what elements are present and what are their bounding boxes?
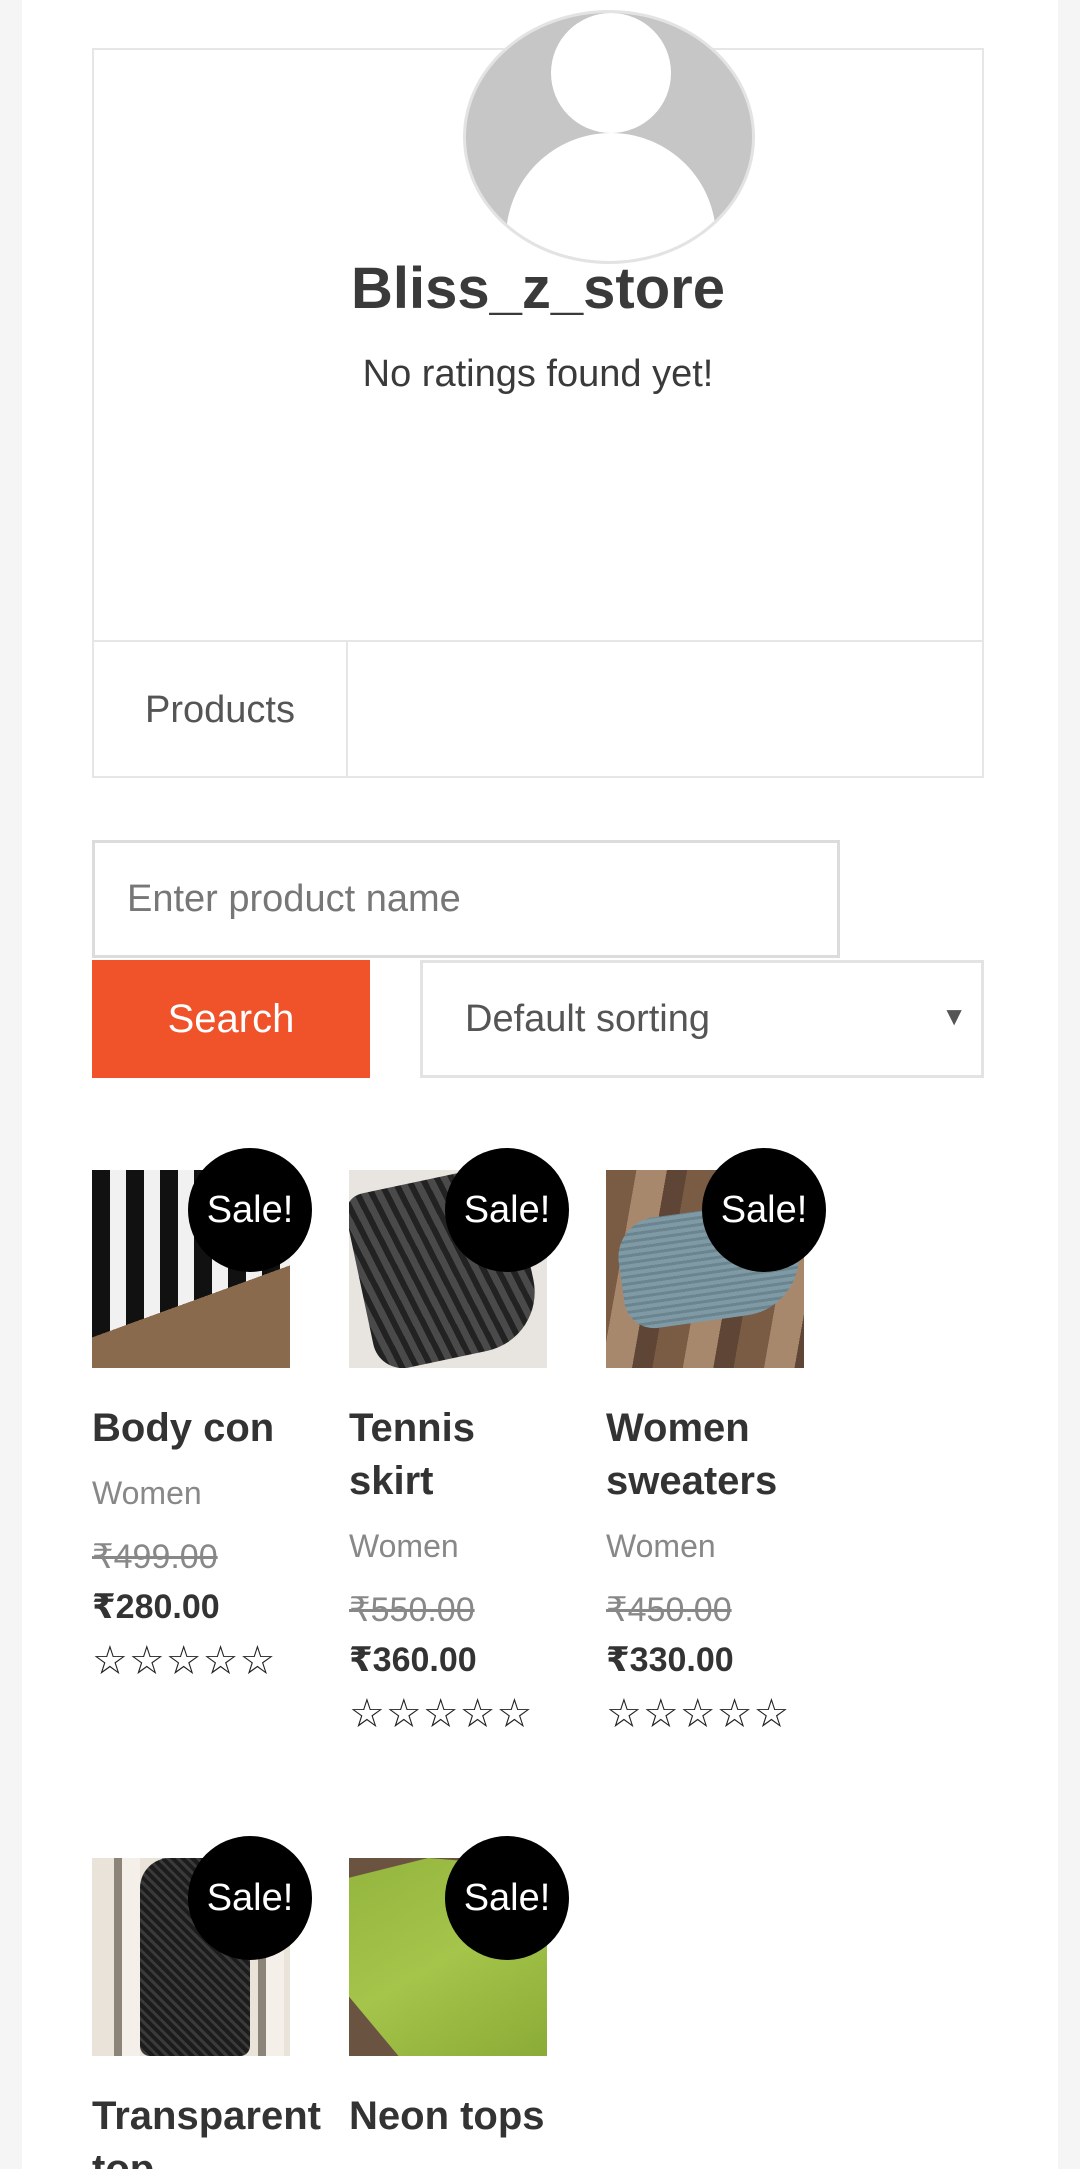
product-price: ₹330.00 xyxy=(606,1641,734,1679)
product-category[interactable]: Women xyxy=(92,1475,202,1512)
rating-stars-icon: ☆☆☆☆☆ xyxy=(92,1639,277,1683)
sorting-selected-value: Default sorting xyxy=(465,997,711,1040)
product-search-input[interactable] xyxy=(92,840,840,958)
product-price: ₹280.00 xyxy=(92,1588,220,1626)
rating-stars-icon: ☆☆☆☆☆ xyxy=(349,1692,534,1736)
store-tabs: Products xyxy=(94,640,982,778)
store-avatar xyxy=(463,10,755,264)
product-price: ₹360.00 xyxy=(349,1641,477,1679)
sale-badge: Sale! xyxy=(188,1836,312,1960)
product-title[interactable]: Body con xyxy=(92,1402,322,1455)
search-button[interactable]: Search xyxy=(92,960,370,1078)
tab-products[interactable]: Products xyxy=(94,642,348,778)
rating-stars-icon: ☆☆☆☆☆ xyxy=(606,1692,791,1736)
product-title[interactable]: Transparent top xyxy=(92,2090,322,2169)
page: Bliss_z_store No ratings found yet! Prod… xyxy=(22,0,1058,2169)
product-category[interactable]: Women xyxy=(349,1528,459,1565)
product-title[interactable]: Tennis skirt xyxy=(349,1402,549,1508)
product-old-price: ₹550.00 xyxy=(349,1591,475,1629)
product-category[interactable]: Women xyxy=(606,1528,716,1565)
product-old-price: ₹450.00 xyxy=(606,1591,732,1629)
sale-badge: Sale! xyxy=(702,1148,826,1272)
store-card: Bliss_z_store No ratings found yet! Prod… xyxy=(92,10,984,778)
sale-badge: Sale! xyxy=(188,1148,312,1272)
sale-badge: Sale! xyxy=(445,1836,569,1960)
store-name: Bliss_z_store xyxy=(351,256,725,321)
dropdown-arrow-icon: ▼ xyxy=(941,1001,967,1031)
product-title[interactable]: Women sweaters xyxy=(606,1402,806,1508)
product-old-price: ₹499.00 xyxy=(92,1538,218,1576)
sorting-select[interactable]: Default sorting ▼ xyxy=(420,960,984,1078)
store-rating-note: No ratings found yet! xyxy=(362,353,714,395)
sale-badge: Sale! xyxy=(445,1148,569,1272)
product-title[interactable]: Neon tops xyxy=(349,2090,569,2143)
